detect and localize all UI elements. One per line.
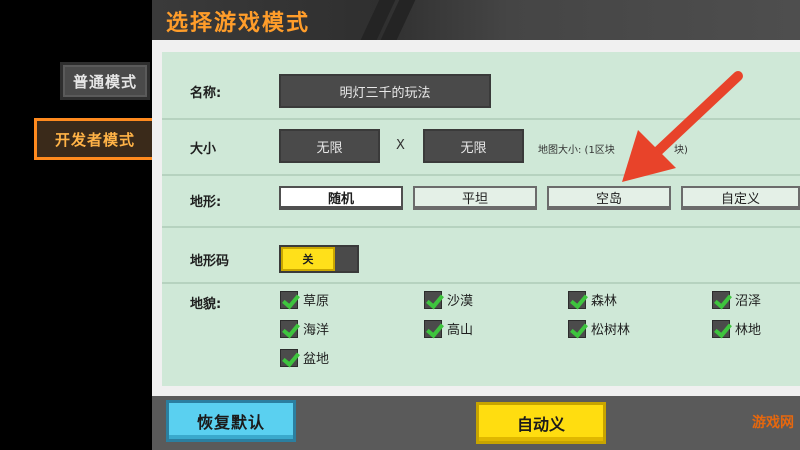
biome-ocean[interactable]: 海洋 bbox=[280, 319, 329, 338]
watermark-logo: 游戏网 bbox=[752, 415, 794, 431]
biome-name: 松树林 bbox=[591, 323, 631, 338]
biome-name: 沙漠 bbox=[447, 294, 474, 309]
terrain-option-flat[interactable]: 平坦 bbox=[413, 186, 537, 210]
divider bbox=[162, 174, 800, 176]
checkbox-checked-icon[interactable] bbox=[568, 290, 586, 309]
name-label: 名称: bbox=[190, 86, 222, 101]
biome-name: 盆地 bbox=[303, 352, 330, 367]
biome-name: 海洋 bbox=[303, 323, 330, 338]
mode-sidebar: 普通模式 开发者模式 bbox=[0, 0, 156, 450]
divider bbox=[162, 118, 800, 120]
width-input[interactable]: 无限 bbox=[279, 129, 380, 163]
name-input[interactable]: 明灯三千的玩法 bbox=[279, 74, 491, 108]
checkbox-checked-icon[interactable] bbox=[712, 319, 730, 338]
checkbox-checked-icon[interactable] bbox=[712, 290, 730, 309]
biome-swamp[interactable]: 沼泽 bbox=[712, 290, 761, 309]
terrain-option-random[interactable]: 随机 bbox=[279, 186, 403, 210]
biome-name: 森林 bbox=[591, 294, 618, 309]
size-separator: X bbox=[396, 138, 405, 153]
title-bar: 选择游戏模式 bbox=[152, 0, 800, 40]
checkbox-checked-icon[interactable] bbox=[568, 319, 586, 338]
biome-name: 高山 bbox=[447, 323, 474, 338]
terrain-label: 地形: bbox=[190, 195, 222, 210]
restore-defaults-button[interactable]: 恢复默认 bbox=[166, 400, 296, 442]
biome-name: 草原 bbox=[303, 294, 330, 309]
terrain-option-custom[interactable]: 自定义 bbox=[681, 186, 800, 210]
dialog-title: 选择游戏模式 bbox=[166, 11, 311, 36]
divider bbox=[162, 282, 800, 284]
biome-forest[interactable]: 森林 bbox=[568, 290, 617, 309]
biome-pine-forest[interactable]: 松树林 bbox=[568, 319, 630, 338]
mode-tab-normal[interactable]: 普通模式 bbox=[60, 62, 150, 100]
terrain-option-sky-island[interactable]: 空岛 bbox=[547, 186, 671, 210]
divider bbox=[162, 226, 800, 228]
biome-name: 林地 bbox=[735, 323, 762, 338]
checkbox-checked-icon[interactable] bbox=[280, 319, 298, 338]
map-size-hint: 地图大小: (1区块 bbox=[538, 145, 615, 156]
checkbox-checked-icon[interactable] bbox=[280, 348, 298, 367]
height-input[interactable]: 无限 bbox=[423, 129, 524, 163]
mode-tab-developer[interactable]: 开发者模式 bbox=[34, 118, 156, 160]
confirm-button[interactable]: 自动义 bbox=[476, 402, 606, 444]
biome-basin[interactable]: 盆地 bbox=[280, 348, 329, 367]
terrain-code-toggle[interactable]: 关 bbox=[279, 245, 359, 273]
biome-mountain[interactable]: 高山 bbox=[424, 319, 473, 338]
biome-grassland[interactable]: 草原 bbox=[280, 290, 329, 309]
toggle-knob: 关 bbox=[281, 247, 335, 271]
settings-panel: 名称: 明灯三千的玩法 大小 无限 X 无限 地图大小: (1区块 块) 地形:… bbox=[162, 52, 800, 386]
biome-desert[interactable]: 沙漠 bbox=[424, 290, 473, 309]
checkbox-checked-icon[interactable] bbox=[424, 290, 442, 309]
checkbox-checked-icon[interactable] bbox=[424, 319, 442, 338]
biome-woodland[interactable]: 林地 bbox=[712, 319, 761, 338]
map-size-hint-tail: 块) bbox=[674, 145, 688, 156]
size-label: 大小 bbox=[190, 142, 217, 157]
terrain-code-label: 地形码 bbox=[190, 254, 230, 269]
dialog-frame: 名称: 明灯三千的玩法 大小 无限 X 无限 地图大小: (1区块 块) 地形:… bbox=[152, 40, 800, 396]
checkbox-checked-icon[interactable] bbox=[280, 290, 298, 309]
biome-label: 地貌: bbox=[190, 297, 222, 312]
game-mode-dialog: 选择游戏模式 名称: 明灯三千的玩法 大小 无限 X 无限 地图大小: (1区块… bbox=[152, 0, 800, 450]
biome-name: 沼泽 bbox=[735, 294, 762, 309]
